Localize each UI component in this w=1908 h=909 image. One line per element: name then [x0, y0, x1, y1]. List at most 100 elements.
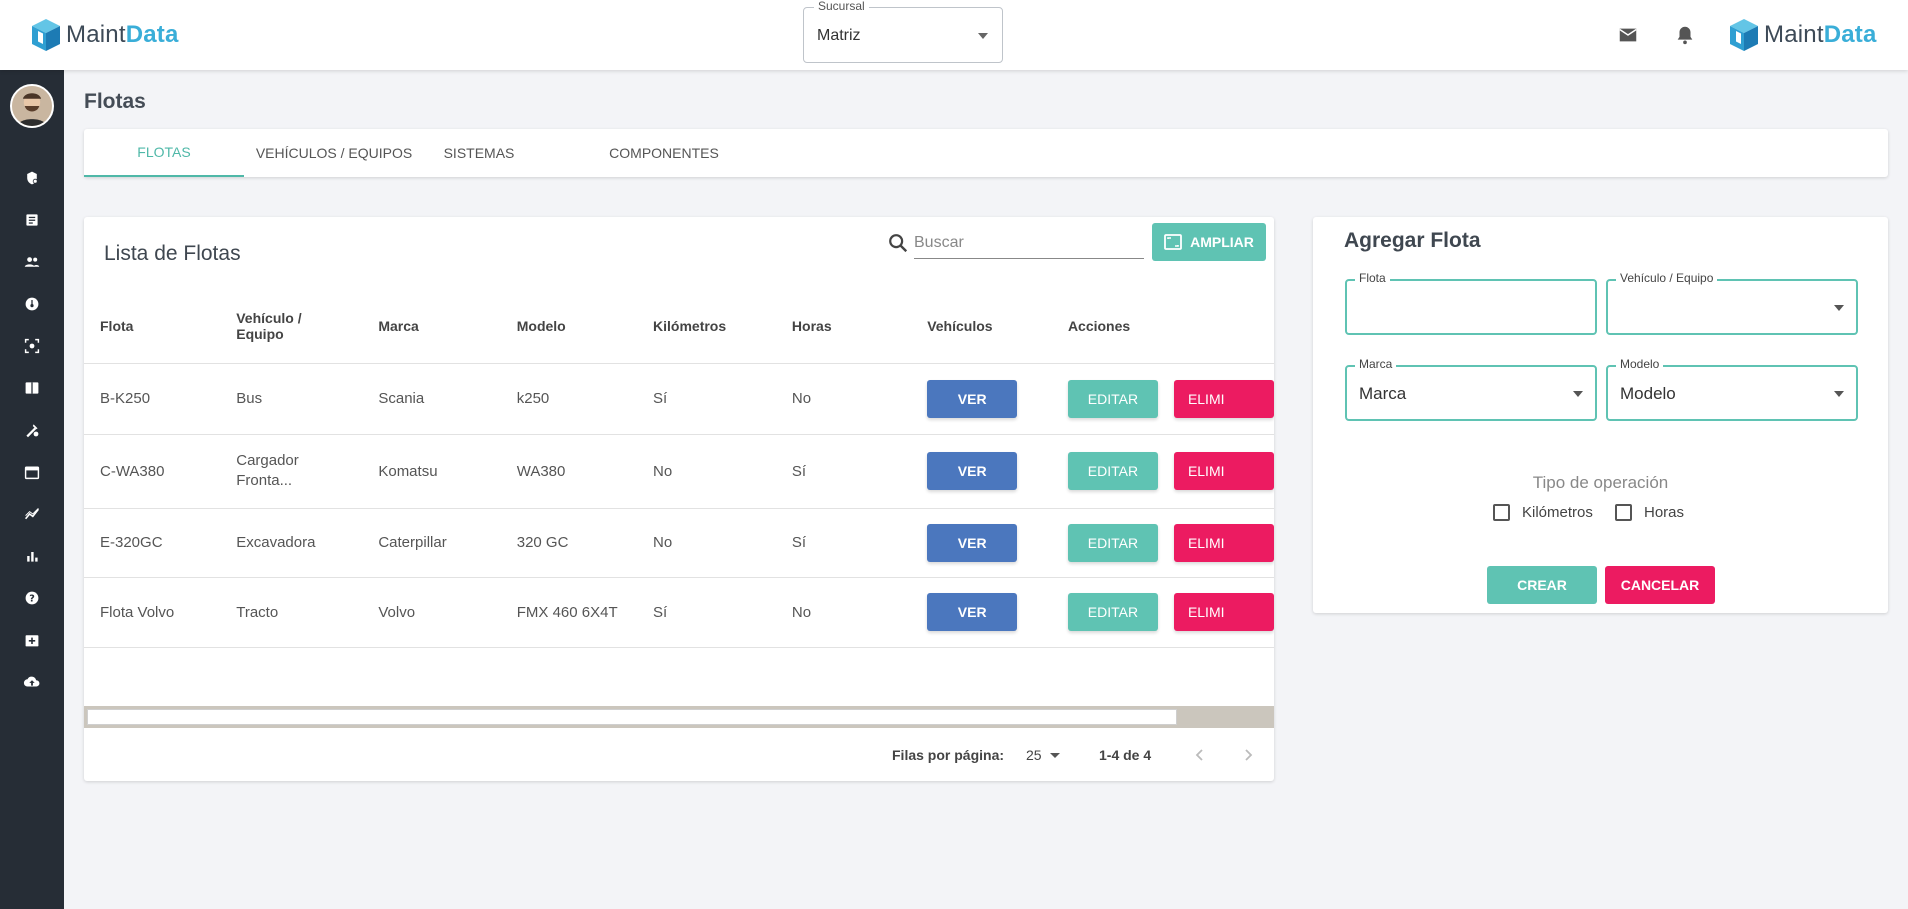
col-flota[interactable]: Flota: [84, 290, 221, 364]
mail-icon[interactable]: [1617, 24, 1639, 46]
bell-icon[interactable]: [1674, 24, 1696, 46]
marca-value: Marca: [1359, 384, 1407, 403]
chevron-down-icon: [978, 33, 988, 39]
tab-vehiculos-equipos[interactable]: VEHÍCULOS / EQUIPOS: [244, 129, 424, 177]
page-title: Flotas: [84, 90, 146, 113]
checkbox-box[interactable]: [1493, 504, 1510, 521]
cell-km: No: [637, 434, 776, 509]
delete-button[interactable]: ELIMI: [1173, 379, 1274, 418]
avatar[interactable]: [10, 84, 54, 128]
medical-case-icon[interactable]: [22, 630, 42, 650]
flota-field[interactable]: Flota: [1345, 271, 1597, 335]
users-icon[interactable]: [22, 252, 42, 272]
delete-button[interactable]: ELIMI: [1173, 593, 1274, 631]
cell-horas: No: [775, 577, 912, 648]
cell-km: Sí: [637, 363, 776, 435]
cell-marca: Komatsu: [362, 434, 501, 509]
edit-button[interactable]: EDITAR: [1067, 452, 1158, 490]
cell-acciones: EDITAR ELIMI: [1051, 508, 1274, 578]
calendar-icon[interactable]: [22, 462, 42, 482]
chevron-down-icon: [1834, 391, 1844, 397]
target-scan-icon[interactable]: [22, 336, 42, 356]
book-icon[interactable]: [22, 378, 42, 398]
col-kilometros[interactable]: Kilómetros: [637, 290, 776, 364]
page-range: 1-4 de 4: [1099, 747, 1152, 763]
logo[interactable]: MaintData: [30, 17, 179, 53]
horizontal-scrollbar[interactable]: [84, 706, 1274, 728]
cell-flota: Flota Volvo: [84, 577, 221, 648]
cell-modelo: WA380: [500, 434, 638, 509]
tab-sistemas[interactable]: SISTEMAS: [424, 129, 534, 177]
search-input[interactable]: [914, 227, 1144, 259]
table-row: Flota Volvo Tracto Volvo FMX 460 6X4T Sí…: [84, 577, 1274, 648]
modelo-label: Modelo: [1616, 357, 1664, 371]
bar-chart-icon[interactable]: [22, 546, 42, 566]
cell-horas: No: [775, 363, 912, 435]
table-row: C-WA380 Cargador Fronta... Komatsu WA380…: [84, 434, 1274, 509]
cell-vehiculos: VER: [911, 363, 1052, 435]
scrollbar-thumb[interactable]: [87, 709, 1177, 725]
col-vehiculos[interactable]: Vehículos: [911, 290, 1052, 364]
chevron-left-icon[interactable]: [1192, 747, 1208, 763]
col-acciones: Acciones: [1051, 290, 1274, 364]
col-vehiculo[interactable]: Vehículo / Equipo: [220, 290, 363, 364]
view-button[interactable]: VER: [927, 452, 1018, 490]
checkbox-box[interactable]: [1615, 504, 1632, 521]
cell-vehiculos: VER: [911, 434, 1052, 509]
cell-km: No: [637, 508, 776, 578]
brand-name: MaintData: [66, 21, 179, 48]
chevron-right-icon[interactable]: [1240, 747, 1256, 763]
cell-marca: Volvo: [362, 577, 501, 648]
operation-type-title: Tipo de operación: [1532, 473, 1669, 492]
marca-select[interactable]: Marca Marca: [1345, 357, 1597, 421]
dashboard-icon[interactable]: [22, 294, 42, 314]
tab-flotas[interactable]: FLOTAS: [84, 129, 244, 177]
logo-secondary: MaintData: [1728, 17, 1877, 53]
expand-button[interactable]: AMPLIAR: [1152, 223, 1266, 261]
view-button[interactable]: VER: [927, 593, 1018, 631]
view-button[interactable]: VER: [927, 523, 1018, 562]
chevron-down-icon: [1573, 391, 1583, 397]
km-label: Kilómetros: [1522, 504, 1593, 521]
view-button[interactable]: VER: [927, 379, 1018, 418]
cancel-button[interactable]: CANCELAR: [1605, 566, 1715, 604]
list-title: Lista de Flotas: [104, 242, 241, 265]
edit-button[interactable]: EDITAR: [1067, 523, 1158, 562]
cell-horas: Sí: [775, 434, 912, 509]
branch-label: Sucursal: [814, 0, 869, 13]
logo-cube-icon: [1730, 19, 1758, 51]
cell-flota: B-K250: [84, 363, 221, 435]
hours-checkbox[interactable]: Horas: [1615, 504, 1684, 521]
help-icon[interactable]: ?: [22, 588, 42, 608]
modelo-select[interactable]: Modelo Modelo: [1606, 357, 1858, 421]
col-modelo[interactable]: Modelo: [500, 290, 638, 364]
table-header-row: Flota Vehículo / Equipo Marca Modelo Kil…: [84, 290, 1274, 364]
trending-icon[interactable]: [22, 504, 42, 524]
chevron-down-icon: [1834, 305, 1844, 311]
cell-vehiculo: Tracto: [220, 577, 363, 648]
cell-modelo: FMX 460 6X4T: [500, 577, 638, 648]
edit-button[interactable]: EDITAR: [1067, 593, 1158, 631]
tools-settings-icon[interactable]: [22, 420, 42, 440]
edit-button[interactable]: EDITAR: [1067, 379, 1158, 418]
col-marca[interactable]: Marca: [362, 290, 501, 364]
delete-button[interactable]: ELIMI: [1173, 523, 1274, 562]
list-document-icon[interactable]: [22, 210, 42, 230]
shield-gear-icon[interactable]: [22, 168, 42, 188]
col-horas[interactable]: Horas: [775, 290, 912, 364]
cloud-upload-icon[interactable]: [22, 672, 42, 692]
branch-select[interactable]: Sucursal Matriz: [803, 0, 1003, 63]
delete-button[interactable]: ELIMI: [1173, 452, 1274, 490]
vehicle-select[interactable]: Vehículo / Equipo: [1606, 271, 1858, 335]
tab-componentes[interactable]: COMPONENTES: [584, 129, 744, 177]
search-icon: [889, 234, 908, 253]
cell-modelo: 320 GC: [500, 508, 638, 578]
table-row: E-320GC Excavadora Caterpillar 320 GC No…: [84, 508, 1274, 578]
logo-cube-icon: [32, 19, 60, 51]
km-checkbox[interactable]: Kilómetros: [1493, 504, 1593, 521]
rows-per-page-select[interactable]: 25: [1026, 747, 1060, 763]
cell-marca: Caterpillar: [362, 508, 501, 578]
create-button[interactable]: CREAR: [1487, 566, 1597, 604]
expand-icon: [1164, 234, 1183, 250]
top-bar: MaintData Sucursal Matriz MaintData: [0, 0, 1908, 70]
